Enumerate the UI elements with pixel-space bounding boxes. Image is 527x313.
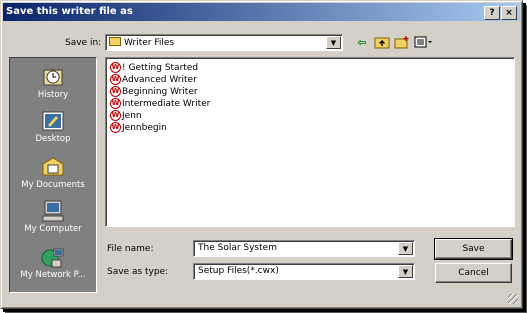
save-in-dropdown[interactable]: Writer Files ▼ <box>105 34 343 51</box>
save-in-value: Writer Files <box>124 38 175 48</box>
file-name-input[interactable]: The Solar System ▼ <box>193 240 415 257</box>
place-label: History <box>37 90 69 100</box>
writer-file-icon: W <box>110 122 121 133</box>
back-icon[interactable]: ⇦ <box>353 35 371 51</box>
save-in-label: Save in: <box>65 38 102 48</box>
help-button[interactable]: ? <box>484 6 500 20</box>
place-label: Desktop <box>35 134 71 144</box>
place-my-computer[interactable]: My Computer <box>10 200 96 234</box>
list-item[interactable]: W Jennbegin <box>110 122 167 134</box>
place-my-documents[interactable]: My Documents <box>10 156 96 190</box>
list-item[interactable]: W! Getting Started <box>110 62 198 74</box>
my-documents-icon <box>41 156 65 178</box>
up-folder-icon[interactable] <box>373 35 391 51</box>
save-button[interactable]: Save <box>434 238 513 260</box>
network-places-icon <box>41 246 65 268</box>
cancel-button[interactable]: Cancel <box>435 263 512 283</box>
file-list[interactable]: W! Getting Started W Advanced Writer W Beg… <box>105 57 515 227</box>
chevron-down-icon[interactable]: ▼ <box>326 36 341 49</box>
list-item[interactable]: W Jenn <box>110 110 142 122</box>
place-history[interactable]: History <box>10 66 96 100</box>
desktop-icon <box>41 110 65 132</box>
list-item[interactable]: W Advanced Writer <box>110 74 197 86</box>
window-title: Save this writer file as <box>6 6 133 17</box>
chevron-down-icon[interactable]: ▼ <box>398 242 413 255</box>
title-bar: Save this writer file as ? × <box>3 3 520 21</box>
save-as-type-label: Save as type: <box>107 267 169 277</box>
views-menu-icon[interactable] <box>413 35 435 51</box>
file-name-label: File name: <box>107 244 154 254</box>
my-computer-icon <box>41 200 65 222</box>
folder-icon <box>109 37 121 46</box>
list-item[interactable]: W Intermediate Writer <box>110 98 210 110</box>
list-item[interactable]: W Beginning Writer <box>110 86 198 98</box>
save-as-type-dropdown[interactable]: Setup Files(*.cwx) ▼ <box>193 263 415 280</box>
place-network[interactable]: My Network P... <box>10 246 96 280</box>
place-label: My Documents <box>21 180 85 190</box>
writer-file-icon: W <box>110 98 121 109</box>
writer-file-icon: W <box>110 110 121 121</box>
place-label: My Computer <box>24 224 82 234</box>
new-folder-icon[interactable] <box>393 35 411 51</box>
place-desktop[interactable]: Desktop <box>10 110 96 144</box>
file-name-value[interactable]: The Solar System <box>198 243 277 253</box>
places-bar: History Desktop My Documents My Computer… <box>9 57 97 293</box>
writer-file-icon: W <box>110 74 121 85</box>
save-dialog: Save this writer file as ? × Save in: Wr… <box>0 0 523 309</box>
resize-grip[interactable] <box>508 294 518 304</box>
writer-file-icon: W <box>110 62 121 73</box>
place-label: My Network P... <box>20 270 86 280</box>
close-button[interactable]: × <box>501 6 517 20</box>
history-icon <box>41 66 65 88</box>
writer-file-icon: W <box>110 86 121 97</box>
chevron-down-icon[interactable]: ▼ <box>398 265 413 278</box>
save-as-type-value: Setup Files(*.cwx) <box>198 266 279 276</box>
